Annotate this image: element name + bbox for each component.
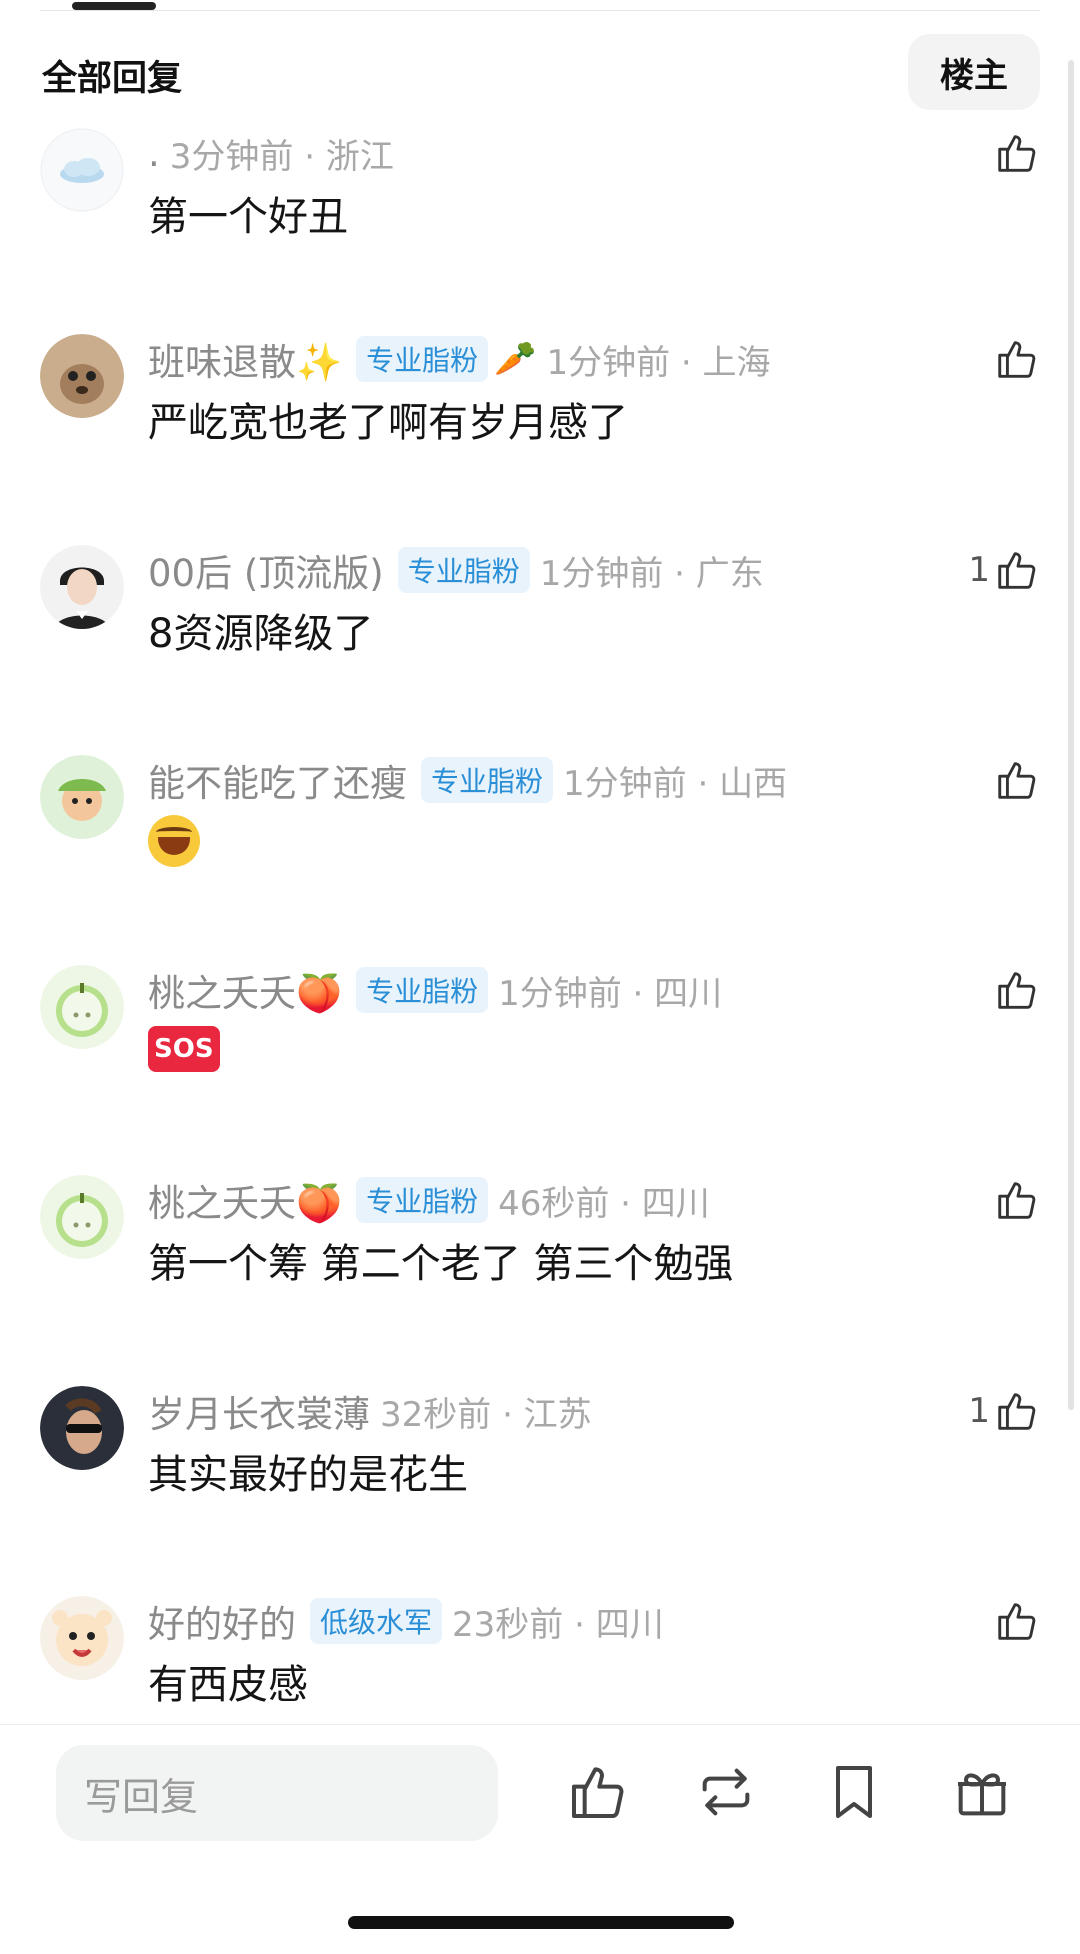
fan-badge: 专业脂粉 [356, 336, 489, 382]
avatar[interactable] [40, 1596, 124, 1680]
comment-item: 能不能吃了还瘦 专业脂粉 1分钟前 · 山西 [0, 755, 1080, 955]
timestamp-location: 23秒前 · 四川 [452, 1604, 664, 1645]
thumbs-up-icon [998, 972, 1036, 1009]
avatar[interactable] [40, 965, 124, 1049]
comment-item: 班味退散✨ 专业脂粉 🥕 1分钟前 · 上海 严屹宽也老了啊有岁月感了 [0, 334, 1080, 534]
like-icon [572, 1767, 624, 1818]
timestamp-location: 1分钟前 · 山西 [563, 763, 788, 804]
timestamp-location: 1分钟前 · 广东 [539, 553, 764, 594]
reply-input[interactable]: 写回复 [56, 1745, 498, 1841]
comment-item: 00后 (顶流版) 专业脂粉 1分钟前 · 广东 8资源降级了 1 [0, 545, 1080, 745]
timestamp-location: 46秒前 · 四川 [498, 1183, 710, 1224]
comment-text: 其实最好的是花生 [148, 1452, 468, 1498]
avatar[interactable] [40, 1386, 124, 1470]
timestamp-location: 1分钟前 · 四川 [498, 973, 723, 1014]
top-divider [40, 10, 1040, 11]
like-count: 1 [968, 1391, 990, 1431]
like-post-button[interactable] [566, 1760, 630, 1824]
comment-text [148, 811, 200, 873]
all-replies-title: 全部回复 [42, 59, 183, 99]
comment-item: 岁月长衣裳薄 32秒前 · 江苏 其实最好的是花生 1 [0, 1386, 1080, 1586]
like-button[interactable] [990, 965, 1040, 1015]
repost-button[interactable] [694, 1760, 758, 1824]
footer-divider [0, 1724, 1080, 1725]
like-button[interactable] [990, 128, 1040, 178]
like-button[interactable] [990, 1596, 1040, 1646]
username[interactable]: . [148, 132, 160, 175]
username[interactable]: 桃之夭夭🍑 [148, 1173, 342, 1227]
thumbs-up-icon [998, 1182, 1036, 1219]
comment-text: SOS [148, 1021, 220, 1072]
thumbs-up-icon [998, 1393, 1036, 1430]
fan-badge: 专业脂粉 [356, 967, 489, 1013]
like-button[interactable] [990, 1175, 1040, 1225]
comment-item: 桃之夭夭🍑 专业脂粉 1分钟前 · 四川 SOS [0, 965, 1080, 1165]
avatar[interactable] [40, 755, 124, 839]
repost-icon [702, 1768, 750, 1816]
comment-text: 严屹宽也老了啊有岁月感了 [148, 400, 628, 446]
carrot-decoration: 🥕 [494, 339, 537, 379]
gift-button[interactable] [950, 1760, 1014, 1824]
laughing-emoji [148, 815, 200, 867]
fan-badge: 专业脂粉 [397, 547, 530, 593]
replies-header: 全部回复 楼主 [0, 28, 1080, 118]
like-button[interactable]: 1 [968, 1386, 1040, 1436]
comment-item: 桃之夭夭🍑 专业脂粉 46秒前 · 四川 第一个筹 第二个老了 第三个勉强 [0, 1175, 1080, 1375]
home-indicator[interactable] [348, 1916, 734, 1929]
gift-icon [958, 1773, 1006, 1816]
timestamp-location: 32秒前 · 江苏 [380, 1394, 592, 1435]
comment-text: 有西皮感 [148, 1662, 308, 1708]
username[interactable]: 能不能吃了还瘦 [148, 753, 407, 807]
username[interactable]: 班味退散✨ [148, 332, 342, 386]
sos-emoji: SOS [148, 1026, 220, 1072]
active-tab-indicator [72, 2, 156, 10]
thumbs-up-icon [998, 762, 1036, 799]
thumbs-up-icon [998, 341, 1036, 378]
username[interactable]: 00后 (顶流版) [148, 543, 384, 597]
avatar[interactable] [40, 128, 124, 212]
comment-item: . 3分钟前 · 浙江 第一个好丑 [0, 128, 1080, 328]
like-button[interactable] [990, 334, 1040, 384]
timestamp-location: 1分钟前 · 上海 [546, 342, 771, 383]
like-button[interactable] [990, 755, 1040, 805]
reply-placeholder: 写回复 [84, 1774, 199, 1819]
thumbs-up-icon [998, 552, 1036, 589]
avatar[interactable] [40, 545, 124, 629]
comment-text: 8资源降级了 [148, 611, 374, 657]
comment-text: 第一个筹 第二个老了 第三个勉强 [148, 1241, 734, 1287]
username[interactable]: 好的好的 [148, 1594, 296, 1648]
username[interactable]: 岁月长衣裳薄 [148, 1384, 370, 1438]
bookmark-icon [836, 1766, 872, 1818]
bookmark-button[interactable] [822, 1760, 886, 1824]
fan-badge: 专业脂粉 [356, 1177, 489, 1223]
thumbs-up-icon [998, 1603, 1036, 1640]
thumbs-up-icon [998, 135, 1036, 172]
timestamp-location: 3分钟前 · 浙江 [169, 136, 394, 177]
fan-badge: 专业脂粉 [421, 757, 554, 803]
op-only-button[interactable]: 楼主 [908, 34, 1040, 110]
avatar[interactable] [40, 334, 124, 418]
like-button[interactable]: 1 [968, 545, 1040, 595]
fan-badge: 低级水军 [310, 1598, 443, 1644]
avatar[interactable] [40, 1175, 124, 1259]
username[interactable]: 桃之夭夭🍑 [148, 963, 342, 1017]
comment-text: 第一个好丑 [148, 194, 348, 240]
like-count: 1 [968, 550, 990, 590]
